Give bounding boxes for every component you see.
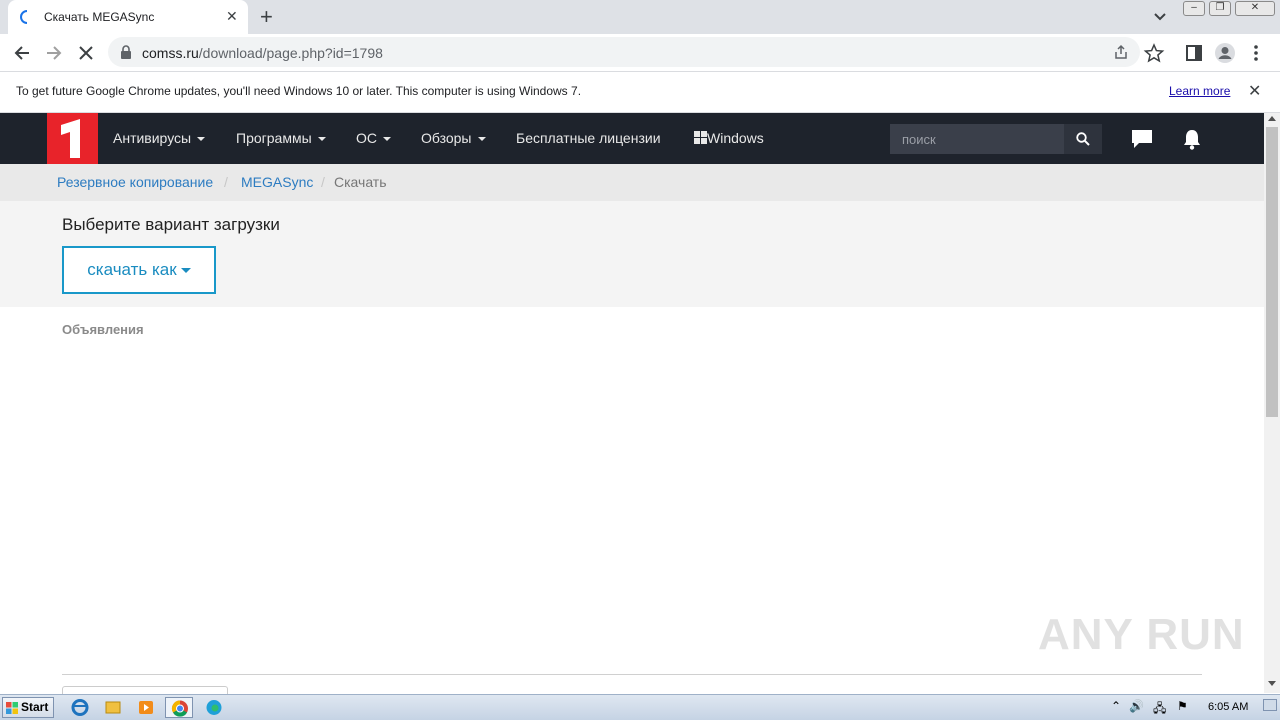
- breadcrumb-link-backup[interactable]: Резервное копирование: [57, 174, 213, 190]
- search-icon: [1076, 132, 1090, 146]
- nav-antivirus[interactable]: Антивирусы: [113, 130, 206, 146]
- tab-title: Скачать MEGASync: [44, 10, 155, 24]
- taskbar-edge-icon[interactable]: [200, 697, 228, 718]
- caret-down-icon: [317, 137, 326, 142]
- breadcrumb-link-megasync[interactable]: MEGASync: [241, 174, 313, 190]
- chrome-update-infobar: To get future Google Chrome updates, you…: [0, 72, 1280, 113]
- caret-down-icon: [383, 137, 391, 142]
- restore-window-button[interactable]: ❐: [1209, 1, 1231, 16]
- scroll-down-arrow-icon[interactable]: [1268, 681, 1276, 686]
- scroll-up-arrow-icon[interactable]: [1268, 116, 1276, 121]
- breadcrumb-separator: /: [224, 174, 228, 190]
- network-icon[interactable]: 🖧: [1153, 699, 1166, 720]
- tab-search-chevron-icon[interactable]: [1152, 8, 1168, 24]
- content-divider: [62, 674, 1202, 675]
- caret-down-icon: [477, 137, 486, 142]
- url-path: /download/page.php?id=1798: [198, 45, 383, 61]
- tab-close-icon[interactable]: ✕: [226, 8, 238, 25]
- start-button[interactable]: Start: [2, 697, 54, 718]
- profile-avatar-icon[interactable]: [1214, 42, 1236, 64]
- infobar-close-icon[interactable]: ✕: [1248, 81, 1261, 101]
- new-tab-button[interactable]: +: [260, 4, 273, 30]
- caret-down-icon: [197, 137, 206, 142]
- breadcrumb-current: Скачать: [334, 174, 387, 190]
- download-heading: Выберите вариант загрузки: [62, 215, 280, 234]
- browser-toolbar: comss.ru/download/page.php?id=1798: [0, 34, 1280, 72]
- download-as-dropdown-button[interactable]: скачать как: [62, 246, 216, 294]
- ads-label: Объявления: [62, 322, 144, 337]
- address-bar[interactable]: comss.ru/download/page.php?id=1798: [108, 37, 1140, 67]
- nav-label: ОС: [356, 130, 377, 146]
- caret-down-icon: [180, 268, 191, 274]
- minimize-window-button[interactable]: –: [1183, 1, 1205, 16]
- nav-label: Windows: [707, 130, 764, 146]
- anyrun-watermark: ANY RUN: [1038, 610, 1245, 659]
- nav-label: Обзоры: [421, 130, 472, 146]
- loading-spinner-icon: [20, 10, 28, 24]
- page-scrollbar[interactable]: [1264, 113, 1280, 693]
- system-tray: ⌃ 🔊 🖧 ⚑: [1105, 695, 1280, 721]
- nav-programs[interactable]: Программы: [236, 130, 326, 146]
- nav-label: Программы: [236, 130, 312, 146]
- taskbar-explorer-icon[interactable]: [99, 697, 127, 718]
- show-desktop-icon[interactable]: [1263, 699, 1277, 711]
- taskbar-ie-icon[interactable]: [66, 697, 94, 718]
- url-host: comss.ru: [142, 45, 199, 61]
- windows-flag-icon: [6, 702, 18, 714]
- notifications-bell-icon[interactable]: [1182, 128, 1202, 150]
- learn-more-link[interactable]: Learn more: [1169, 84, 1230, 98]
- nav-label: Антивирусы: [113, 130, 192, 146]
- breadcrumb: Резервное копирование / MEGASync / Скача…: [0, 164, 1264, 201]
- site-logo[interactable]: [47, 113, 98, 164]
- show-hidden-icons-icon[interactable]: ⌃: [1111, 699, 1121, 713]
- site-search-button[interactable]: [1064, 124, 1102, 154]
- nav-free-licenses[interactable]: Бесплатные лицензии: [516, 130, 661, 146]
- site-navbar: Антивирусы Программы ОС Обзоры Бесплатны…: [0, 113, 1264, 164]
- taskbar-clock[interactable]: 6:05 AM: [1208, 701, 1248, 713]
- back-arrow-icon[interactable]: [11, 42, 33, 64]
- bookmark-star-icon[interactable]: [1143, 42, 1165, 64]
- close-window-button[interactable]: ✕: [1235, 1, 1275, 16]
- windows-taskbar: Start ⌃ 🔊 🖧 ⚑ 6:05 AM: [0, 694, 1280, 720]
- stop-loading-icon[interactable]: [75, 42, 97, 64]
- menu-kebab-icon[interactable]: [1245, 42, 1267, 64]
- side-panel-icon[interactable]: [1183, 42, 1205, 64]
- nav-os[interactable]: ОС: [356, 130, 391, 146]
- logo-one-icon: [61, 119, 80, 158]
- scroll-thumb[interactable]: [1266, 127, 1278, 417]
- start-label: Start: [21, 700, 49, 714]
- lock-icon[interactable]: [120, 45, 132, 59]
- nav-windows[interactable]: Windows: [694, 130, 764, 146]
- infobar-message: To get future Google Chrome updates, you…: [16, 84, 582, 98]
- action-center-flag-icon[interactable]: ⚑: [1177, 699, 1188, 713]
- download-button-label: скачать как: [87, 260, 177, 279]
- share-icon[interactable]: [1113, 44, 1129, 60]
- site-search-input[interactable]: [890, 124, 1064, 154]
- volume-icon[interactable]: 🔊: [1129, 699, 1144, 713]
- download-section: Выберите вариант загрузки скачать как: [0, 201, 1264, 307]
- taskbar-media-player-icon[interactable]: [132, 697, 160, 718]
- windows-logo-icon: [694, 131, 707, 144]
- browser-tab[interactable]: Скачать MEGASync ✕: [8, 0, 248, 34]
- browser-tab-bar: Скачать MEGASync ✕ + – ❐ ✕: [0, 0, 1280, 34]
- chat-icon[interactable]: [1131, 129, 1153, 149]
- partial-widget: [62, 686, 228, 694]
- breadcrumb-separator: /: [321, 174, 325, 190]
- forward-arrow-icon[interactable]: [43, 42, 65, 64]
- nav-reviews[interactable]: Обзоры: [421, 130, 486, 146]
- taskbar-chrome-icon[interactable]: [165, 697, 193, 718]
